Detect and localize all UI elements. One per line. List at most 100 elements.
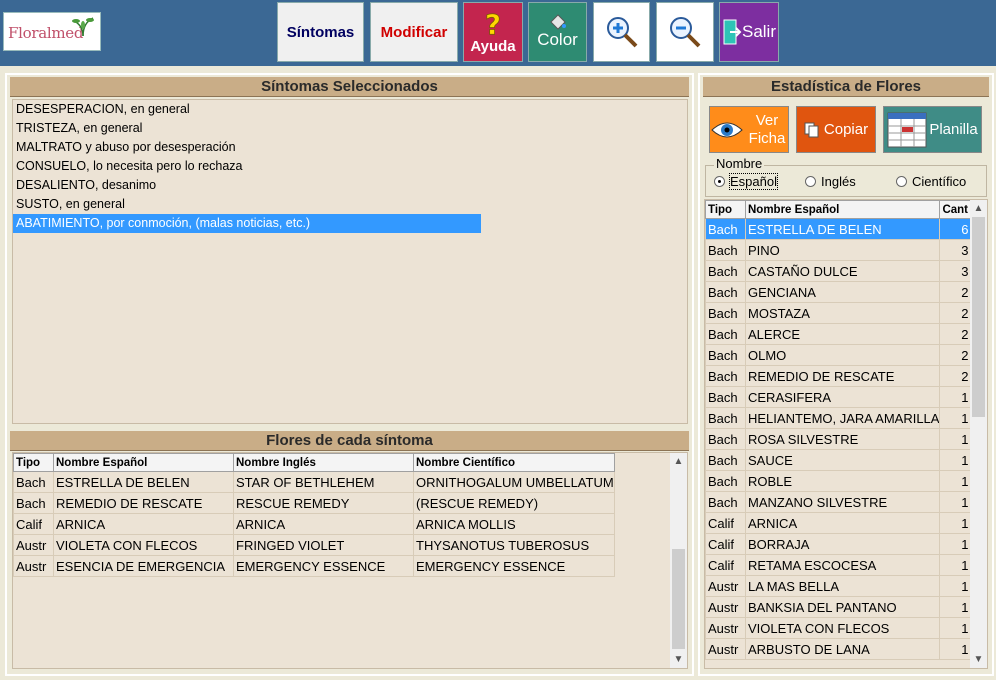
sintoma-item[interactable]: DESESPERACION, en general bbox=[13, 100, 481, 119]
modificar-button[interactable]: Modificar bbox=[370, 2, 458, 62]
table-row[interactable]: Bach SAUCE 1 bbox=[705, 449, 973, 471]
zoom-out-icon bbox=[670, 17, 701, 48]
cell: 1 bbox=[939, 449, 973, 471]
radio-unchecked-icon bbox=[805, 176, 816, 187]
table-row[interactable]: Bach ESTRELLA DE BELEN 6 bbox=[705, 218, 973, 240]
col-tipo[interactable]: Tipo bbox=[705, 200, 746, 219]
table-row[interactable]: Austr VIOLETA CON FLECOS FRINGED VIOLET … bbox=[13, 534, 615, 556]
sintoma-item[interactable]: DESALIENTO, desanimo bbox=[13, 176, 481, 195]
scroll-up-icon[interactable]: ▲ bbox=[970, 200, 987, 217]
spreadsheet-icon bbox=[887, 112, 927, 147]
scroll-down-icon[interactable]: ▼ bbox=[670, 651, 687, 668]
planilla-button[interactable]: Planilla bbox=[883, 106, 982, 153]
cell: ARNICA MOLLIS bbox=[413, 513, 615, 535]
scroll-up-icon[interactable]: ▲ bbox=[670, 453, 687, 470]
cell: 1 bbox=[939, 470, 973, 492]
sintomas-list[interactable]: DESESPERACION, en general TRISTEZA, en g… bbox=[12, 99, 688, 424]
sintoma-item[interactable]: CONSUELO, lo necesita pero lo rechaza bbox=[13, 157, 481, 176]
table-row[interactable]: Calif RETAMA ESCOCESA 1 bbox=[705, 554, 973, 576]
estadistica-grid[interactable]: Tipo Nombre Español Cant Bach ESTRELLA DE… bbox=[704, 199, 988, 669]
color-label: Color bbox=[537, 30, 578, 49]
table-row[interactable]: Bach MANZANO SILVESTRE 1 bbox=[705, 491, 973, 513]
cell: BANKSIA DEL PANTANO bbox=[744, 596, 941, 618]
col-cant[interactable]: Cant bbox=[939, 200, 973, 219]
cell: Calif bbox=[705, 554, 746, 576]
table-row[interactable]: Calif ARNICA ARNICA ARNICA MOLLIS bbox=[13, 513, 615, 535]
sintoma-item[interactable]: MALTRATO y abuso por desesperación bbox=[13, 138, 481, 157]
table-row[interactable]: Bach HELIANTEMO, JARA AMARILLA 1 bbox=[705, 407, 973, 429]
table-row[interactable]: Bach CASTAÑO DULCE 3 bbox=[705, 260, 973, 282]
radio-cientifico[interactable]: Científico bbox=[896, 174, 966, 189]
cell: Bach bbox=[705, 260, 746, 282]
table-row[interactable]: Bach ESTRELLA DE BELEN STAR OF BETHLEHEM… bbox=[13, 471, 615, 493]
cell: REMEDIO DE RESCATE bbox=[744, 365, 941, 387]
cell: 1 bbox=[939, 533, 973, 555]
col-nombre-espanol[interactable]: Nombre Español bbox=[744, 200, 941, 219]
cell: (RESCUE REMEDY) bbox=[413, 492, 615, 514]
table-row[interactable]: Calif ARNICA 1 bbox=[705, 512, 973, 534]
cell: EMERGENCY ESSENCE bbox=[233, 555, 414, 577]
table-row[interactable]: Bach REMEDIO DE RESCATE RESCUE REMEDY (R… bbox=[13, 492, 615, 514]
sintomas-label: Síntomas bbox=[286, 23, 355, 41]
estadistica-scrollbar[interactable]: ▲ ▼ bbox=[970, 200, 987, 668]
table-row[interactable]: Austr LA MAS BELLA 1 bbox=[705, 575, 973, 597]
radio-label: Español bbox=[729, 173, 778, 190]
modificar-label: Modificar bbox=[380, 23, 448, 41]
zoom-out-button[interactable] bbox=[656, 2, 714, 62]
sintomas-button[interactable]: Síntomas bbox=[277, 2, 364, 62]
cell: Bach bbox=[705, 281, 746, 303]
table-row[interactable]: Calif BORRAJA 1 bbox=[705, 533, 973, 555]
cell: VIOLETA CON FLECOS bbox=[53, 534, 234, 556]
table-row[interactable]: Bach OLMO 2 bbox=[705, 344, 973, 366]
table-row[interactable]: Bach ROBLE 1 bbox=[705, 470, 973, 492]
color-button[interactable]: Color bbox=[528, 2, 587, 62]
table-row[interactable]: Austr ESENCIA DE EMERGENCIA EMERGENCY ES… bbox=[13, 555, 615, 577]
cell: Bach bbox=[705, 428, 746, 450]
zoom-in-button[interactable] bbox=[593, 2, 650, 62]
cell: ESTRELLA DE BELEN bbox=[744, 218, 941, 240]
table-row[interactable]: Bach MOSTAZA 2 bbox=[705, 302, 973, 324]
radio-ingles[interactable]: Inglés bbox=[805, 174, 856, 189]
table-row[interactable]: Bach GENCIANA 2 bbox=[705, 281, 973, 303]
cell: MANZANO SILVESTRE bbox=[744, 491, 941, 513]
col-nombre-cientifico[interactable]: Nombre Científico bbox=[413, 453, 615, 472]
estadistica-title: Estadística de Flores bbox=[703, 77, 989, 97]
cell: Calif bbox=[705, 512, 746, 534]
table-row[interactable]: Bach ALERCE 2 bbox=[705, 323, 973, 345]
table-row[interactable]: Bach CERASIFERA 1 bbox=[705, 386, 973, 408]
cell: ORNITHOGALUM UMBELLATUM bbox=[413, 471, 615, 493]
table-row[interactable]: Bach PINO 3 bbox=[705, 239, 973, 261]
col-tipo[interactable]: Tipo bbox=[13, 453, 54, 472]
cell: Bach bbox=[705, 470, 746, 492]
col-nombre-espanol[interactable]: Nombre Español bbox=[53, 453, 234, 472]
ver-ficha-button[interactable]: Ver Ficha bbox=[709, 106, 789, 153]
copiar-button[interactable]: Copiar bbox=[796, 106, 876, 153]
sintoma-item[interactable]: SUSTO, en general bbox=[13, 195, 481, 214]
table-row[interactable]: Austr VIOLETA CON FLECOS 1 bbox=[705, 617, 973, 639]
radio-label: Inglés bbox=[821, 174, 856, 189]
table-row[interactable]: Bach REMEDIO DE RESCATE 2 bbox=[705, 365, 973, 387]
flores-grid[interactable]: Tipo Nombre Español Nombre Inglés Nombre… bbox=[12, 452, 688, 669]
sintoma-item-selected[interactable]: ABATIMIENTO, por conmoción, (malas notic… bbox=[13, 214, 481, 233]
cell: Bach bbox=[705, 302, 746, 324]
scroll-thumb[interactable] bbox=[672, 549, 685, 649]
cell: 2 bbox=[939, 323, 973, 345]
scroll-down-icon[interactable]: ▼ bbox=[970, 651, 987, 668]
col-nombre-ingles[interactable]: Nombre Inglés bbox=[233, 453, 414, 472]
sintoma-item[interactable]: TRISTEZA, en general bbox=[13, 119, 481, 138]
flores-scrollbar[interactable]: ▲ ▼ bbox=[670, 453, 687, 668]
cell: EMERGENCY ESSENCE bbox=[413, 555, 615, 577]
cell: 2 bbox=[939, 344, 973, 366]
table-row[interactable]: Bach ROSA SILVESTRE 1 bbox=[705, 428, 973, 450]
ayuda-button[interactable]: ? Ayuda bbox=[463, 2, 523, 62]
cell: Austr bbox=[13, 534, 54, 556]
radio-espanol[interactable]: Español bbox=[714, 173, 778, 190]
table-row[interactable]: Austr BANKSIA DEL PANTANO 1 bbox=[705, 596, 973, 618]
cell: 6 bbox=[939, 218, 973, 240]
cell: Bach bbox=[705, 239, 746, 261]
scroll-thumb[interactable] bbox=[972, 217, 985, 417]
table-row[interactable]: Austr ARBUSTO DE LANA 1 bbox=[705, 638, 973, 660]
cell: 1 bbox=[939, 491, 973, 513]
cell: GENCIANA bbox=[744, 281, 941, 303]
salir-button[interactable]: Salir bbox=[719, 2, 779, 62]
